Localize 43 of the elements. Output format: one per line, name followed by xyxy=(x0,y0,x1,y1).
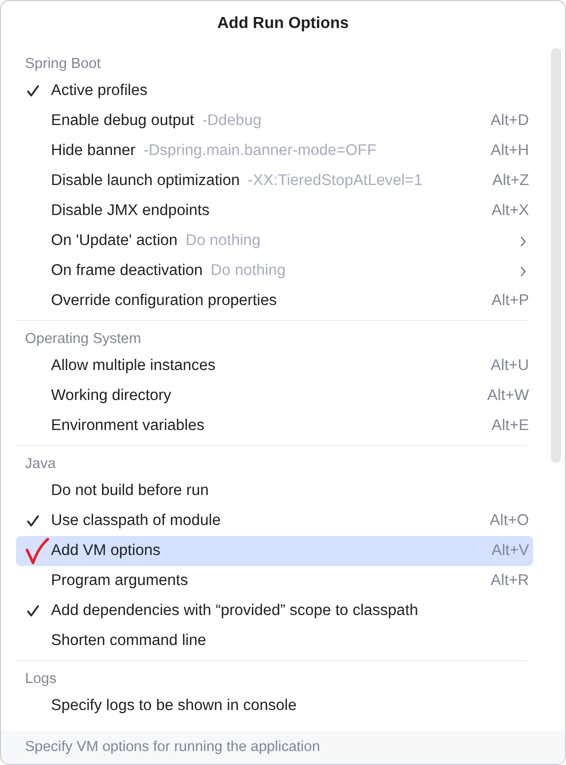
section-header: Logs xyxy=(24,670,58,689)
menu-item[interactable]: Hide banner -Dspring.main.banner-mode=OFF Alt+H xyxy=(16,136,533,166)
keyboard-shortcut: Alt+W xyxy=(487,387,529,405)
menu-item[interactable]: Disable launch optimization -XX:TieredStopAtLevel=1 Alt+Z xyxy=(16,166,533,196)
option-hint: -Dspring.main.banner-mode=OFF xyxy=(143,142,376,160)
keyboard-shortcut: Alt+E xyxy=(492,417,529,435)
keyboard-shortcut: Alt+Z xyxy=(492,172,529,190)
menu-item[interactable]: Enable debug output -Ddebug Alt+D xyxy=(16,106,533,136)
keyboard-shortcut: Alt+V xyxy=(492,542,529,560)
chevron-right-icon xyxy=(520,236,526,246)
option-hint: -XX:TieredStopAtLevel=1 xyxy=(248,172,422,190)
option-description: Specify VM options for running the application xyxy=(1,731,565,764)
menu-item[interactable]: Environment variables Alt+E xyxy=(16,411,533,441)
menu-item[interactable]: Allow multiple instances Alt+U xyxy=(16,351,533,381)
menu-item[interactable]: On 'Update' action Do nothing xyxy=(16,226,533,256)
menu-item[interactable]: Active profiles xyxy=(16,76,533,106)
option-hint: Do nothing xyxy=(186,232,261,250)
option-hint: -Ddebug xyxy=(202,112,262,130)
section-header: Java xyxy=(24,455,57,474)
keyboard-shortcut: Alt+U xyxy=(490,357,529,375)
popup-title: Add Run Options xyxy=(216,14,350,34)
section-header: Operating System xyxy=(24,330,142,349)
menu-item[interactable]: Program arguments Alt+R xyxy=(16,566,533,596)
menu-item[interactable]: Specify logs to be shown in console xyxy=(16,691,533,721)
keyboard-shortcut: Alt+R xyxy=(490,572,529,590)
scrollbar-thumb[interactable] xyxy=(551,48,561,463)
menu-item[interactable]: On frame deactivation Do nothing xyxy=(16,256,533,286)
menu-item[interactable]: Working directory Alt+W xyxy=(16,381,533,411)
keyboard-shortcut: Alt+H xyxy=(490,142,529,160)
menu-item[interactable]: Shorten command line xyxy=(16,626,533,656)
keyboard-shortcut: Alt+X xyxy=(492,202,529,220)
menu-item[interactable]: Use classpath of module Alt+O xyxy=(16,506,533,536)
menu-item[interactable]: Do not build before run xyxy=(16,476,533,506)
option-hint: Do nothing xyxy=(210,262,286,280)
keyboard-shortcut: Alt+P xyxy=(492,292,529,310)
chevron-right-icon xyxy=(520,266,526,276)
menu-item[interactable]: Override configuration properties Alt+P xyxy=(16,286,533,316)
menu-item[interactable]: Disable JMX endpoints Alt+X xyxy=(16,196,533,226)
keyboard-shortcut: Alt+O xyxy=(490,512,529,530)
keyboard-shortcut: Alt+D xyxy=(490,112,529,130)
menu-item[interactable]: Add dependencies with “provided” scope to classpath xyxy=(16,596,533,626)
section-header: Spring Boot xyxy=(24,55,102,74)
menu-item[interactable]: Add VM options Alt+V xyxy=(16,536,533,566)
